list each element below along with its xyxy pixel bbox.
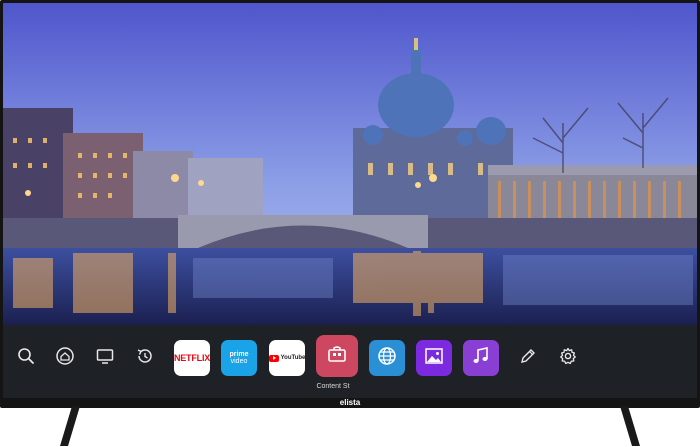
youtube-label: YouTube bbox=[280, 355, 306, 361]
recent-button[interactable] bbox=[127, 340, 163, 376]
prime-label-line2: video bbox=[230, 358, 248, 365]
settings-button[interactable] bbox=[550, 340, 586, 376]
music-app-tile[interactable] bbox=[463, 340, 499, 376]
music-icon bbox=[470, 345, 492, 371]
history-icon bbox=[135, 346, 155, 370]
gear-icon bbox=[558, 346, 578, 370]
tv-icon bbox=[95, 346, 115, 370]
youtube-logo: YouTube bbox=[268, 354, 306, 362]
youtube-app-tile[interactable]: YouTube bbox=[268, 340, 306, 376]
pencil-icon bbox=[518, 346, 538, 370]
home-icon bbox=[55, 346, 75, 370]
wallpaper-image bbox=[3, 3, 697, 325]
live-tv-button[interactable] bbox=[87, 340, 123, 376]
store-icon bbox=[326, 343, 348, 369]
focused-app-label: Content St bbox=[316, 383, 350, 390]
netflix-label: NETFLIX bbox=[173, 352, 211, 363]
right-stand-leg bbox=[620, 406, 640, 446]
edit-button[interactable] bbox=[510, 340, 546, 376]
brand-logo: elista bbox=[339, 398, 361, 407]
gallery-app-tile[interactable] bbox=[416, 340, 452, 376]
search-icon bbox=[16, 346, 36, 370]
home-button[interactable] bbox=[47, 340, 83, 376]
youtube-play-icon bbox=[268, 354, 279, 362]
television: NETFLIX prime video YouTube Content St e… bbox=[0, 0, 700, 447]
globe-icon bbox=[376, 345, 398, 371]
search-button[interactable] bbox=[8, 340, 44, 376]
netflix-app-tile[interactable]: NETFLIX bbox=[174, 340, 210, 376]
content-store-app-tile[interactable] bbox=[316, 335, 358, 377]
left-stand-leg bbox=[60, 406, 80, 446]
gallery-icon bbox=[423, 345, 445, 371]
web-browser-app-tile[interactable] bbox=[369, 340, 405, 376]
prime-video-app-tile[interactable]: prime video bbox=[221, 340, 257, 376]
prime-label-line1: prime bbox=[229, 351, 249, 358]
prime-video-label: prime video bbox=[229, 351, 248, 365]
launcher-bar: NETFLIX prime video YouTube Content St bbox=[3, 325, 697, 398]
